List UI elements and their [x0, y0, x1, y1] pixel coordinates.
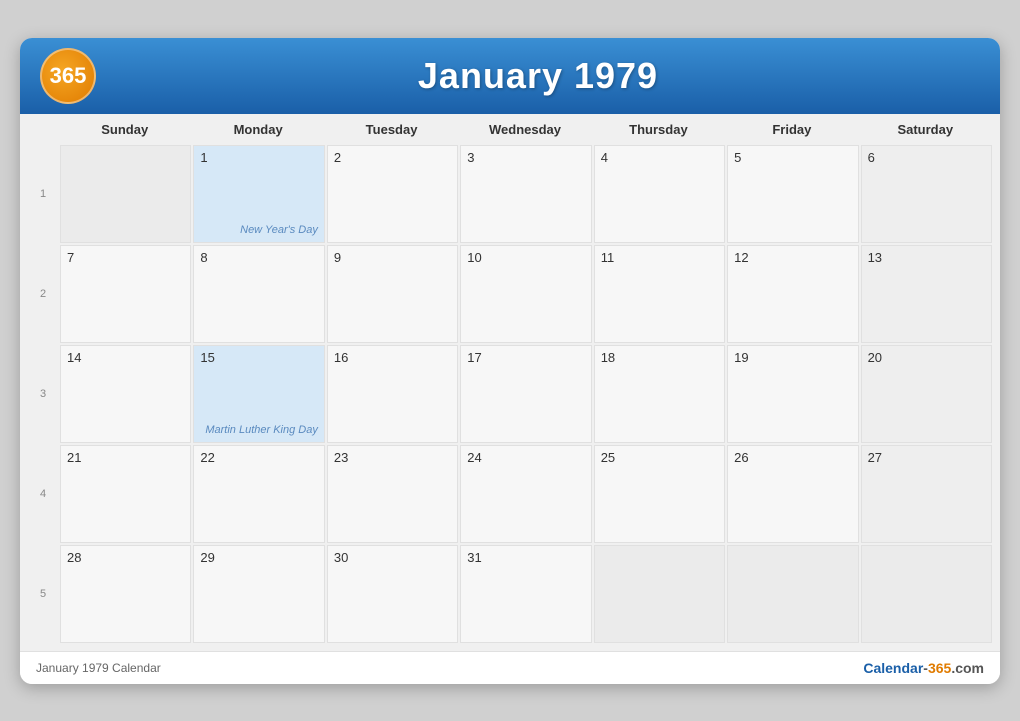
calendar-grid: 11New Year's Day2345627891011121331415Ma… — [28, 145, 992, 643]
day-number: 18 — [601, 350, 718, 365]
day-cell: 17 — [460, 345, 591, 443]
day-number: 30 — [334, 550, 451, 565]
day-cell: 2 — [327, 145, 458, 243]
day-cell: 19 — [727, 345, 858, 443]
day-cell: 14 — [60, 345, 191, 443]
week-number: 2 — [28, 245, 58, 343]
day-cell: 12 — [727, 245, 858, 343]
calendar-row: 4 21 22 23 24 25 26 27 — [28, 445, 992, 543]
footer-dotcom: .com — [951, 660, 984, 676]
day-cell: 1 New Year's Day — [193, 145, 324, 243]
day-cell: 25 — [594, 445, 725, 543]
day-number: 12 — [734, 250, 851, 265]
day-cell: 18 — [594, 345, 725, 443]
day-cell: 21 — [60, 445, 191, 543]
day-number: 15 — [200, 350, 317, 365]
calendar-wrapper: 365 January 1979 SundayMondayTuesdayWedn… — [20, 38, 1000, 684]
day-cell — [727, 545, 858, 643]
logo: 365 — [40, 48, 96, 104]
holiday-label: New Year's Day — [240, 224, 318, 236]
calendar-row: 3 14 15 Martin Luther King Day 16 17 18 19 20 — [28, 345, 992, 443]
day-number: 22 — [200, 450, 317, 465]
day-cell: 20 — [861, 345, 992, 443]
day-number: 3 — [467, 150, 584, 165]
week-number: 3 — [28, 345, 58, 443]
header-title: January 1979 — [96, 55, 980, 97]
day-number: 19 — [734, 350, 851, 365]
day-number: 17 — [467, 350, 584, 365]
day-cell: 26 — [727, 445, 858, 543]
day-header-sunday: Sunday — [58, 114, 191, 143]
day-cell: 24 — [460, 445, 591, 543]
day-number: 10 — [467, 250, 584, 265]
day-header-friday: Friday — [725, 114, 858, 143]
day-number: 8 — [200, 250, 317, 265]
day-number: 5 — [734, 150, 851, 165]
week-num-header — [28, 114, 58, 143]
day-number: 25 — [601, 450, 718, 465]
footer-right-text: Calendar-365.com — [863, 660, 984, 676]
day-number: 1 — [200, 150, 317, 165]
day-header-tuesday: Tuesday — [325, 114, 458, 143]
day-number: 14 — [67, 350, 184, 365]
day-header-monday: Monday — [191, 114, 324, 143]
day-cell: 28 — [60, 545, 191, 643]
day-number: 27 — [868, 450, 985, 465]
day-number: 20 — [868, 350, 985, 365]
day-number: 28 — [67, 550, 184, 565]
day-number: 29 — [200, 550, 317, 565]
day-cell — [60, 145, 191, 243]
day-number: 26 — [734, 450, 851, 465]
day-number: 31 — [467, 550, 584, 565]
day-cell: 16 — [327, 345, 458, 443]
day-number: 21 — [67, 450, 184, 465]
day-number: 23 — [334, 450, 451, 465]
day-headers: SundayMondayTuesdayWednesdayThursdayFrid… — [28, 114, 992, 143]
day-number: 24 — [467, 450, 584, 465]
week-number: 1 — [28, 145, 58, 243]
day-number: 13 — [868, 250, 985, 265]
day-number: 11 — [601, 250, 718, 265]
calendar-footer: January 1979 Calendar Calendar-365.com — [20, 651, 1000, 684]
day-header-wednesday: Wednesday — [458, 114, 591, 143]
day-cell: 30 — [327, 545, 458, 643]
day-number: 9 — [334, 250, 451, 265]
day-cell — [594, 545, 725, 643]
day-cell: 31 — [460, 545, 591, 643]
day-cell: 15 Martin Luther King Day — [193, 345, 324, 443]
day-cell — [861, 545, 992, 643]
footer-brand-365: 365 — [928, 660, 951, 676]
calendar-header: 365 January 1979 — [20, 38, 1000, 114]
day-cell: 13 — [861, 245, 992, 343]
day-cell: 4 — [594, 145, 725, 243]
week-number: 5 — [28, 545, 58, 643]
day-cell: 3 — [460, 145, 591, 243]
calendar-row: 27 8 9 10 11 12 13 — [28, 245, 992, 343]
day-cell: 9 — [327, 245, 458, 343]
footer-brand-cal: Calendar — [863, 660, 923, 676]
day-cell: 29 — [193, 545, 324, 643]
day-cell: 10 — [460, 245, 591, 343]
footer-left-text: January 1979 Calendar — [36, 661, 161, 675]
day-cell: 22 — [193, 445, 324, 543]
calendar-body: SundayMondayTuesdayWednesdayThursdayFrid… — [20, 114, 1000, 651]
holiday-label: Martin Luther King Day — [205, 424, 318, 436]
day-number: 6 — [868, 150, 985, 165]
day-cell: 27 — [861, 445, 992, 543]
day-cell: 23 — [327, 445, 458, 543]
week-number: 4 — [28, 445, 58, 543]
day-header-saturday: Saturday — [859, 114, 992, 143]
day-cell: 7 — [60, 245, 191, 343]
day-header-thursday: Thursday — [592, 114, 725, 143]
day-number: 4 — [601, 150, 718, 165]
day-cell: 11 — [594, 245, 725, 343]
day-number: 7 — [67, 250, 184, 265]
day-cell: 6 — [861, 145, 992, 243]
calendar-row: 5 28 29 30 31 — [28, 545, 992, 643]
calendar-row: 1 1 New Year's Day 2 3 4 5 6 — [28, 145, 992, 243]
day-number: 2 — [334, 150, 451, 165]
day-cell: 8 — [193, 245, 324, 343]
day-number: 16 — [334, 350, 451, 365]
day-cell: 5 — [727, 145, 858, 243]
